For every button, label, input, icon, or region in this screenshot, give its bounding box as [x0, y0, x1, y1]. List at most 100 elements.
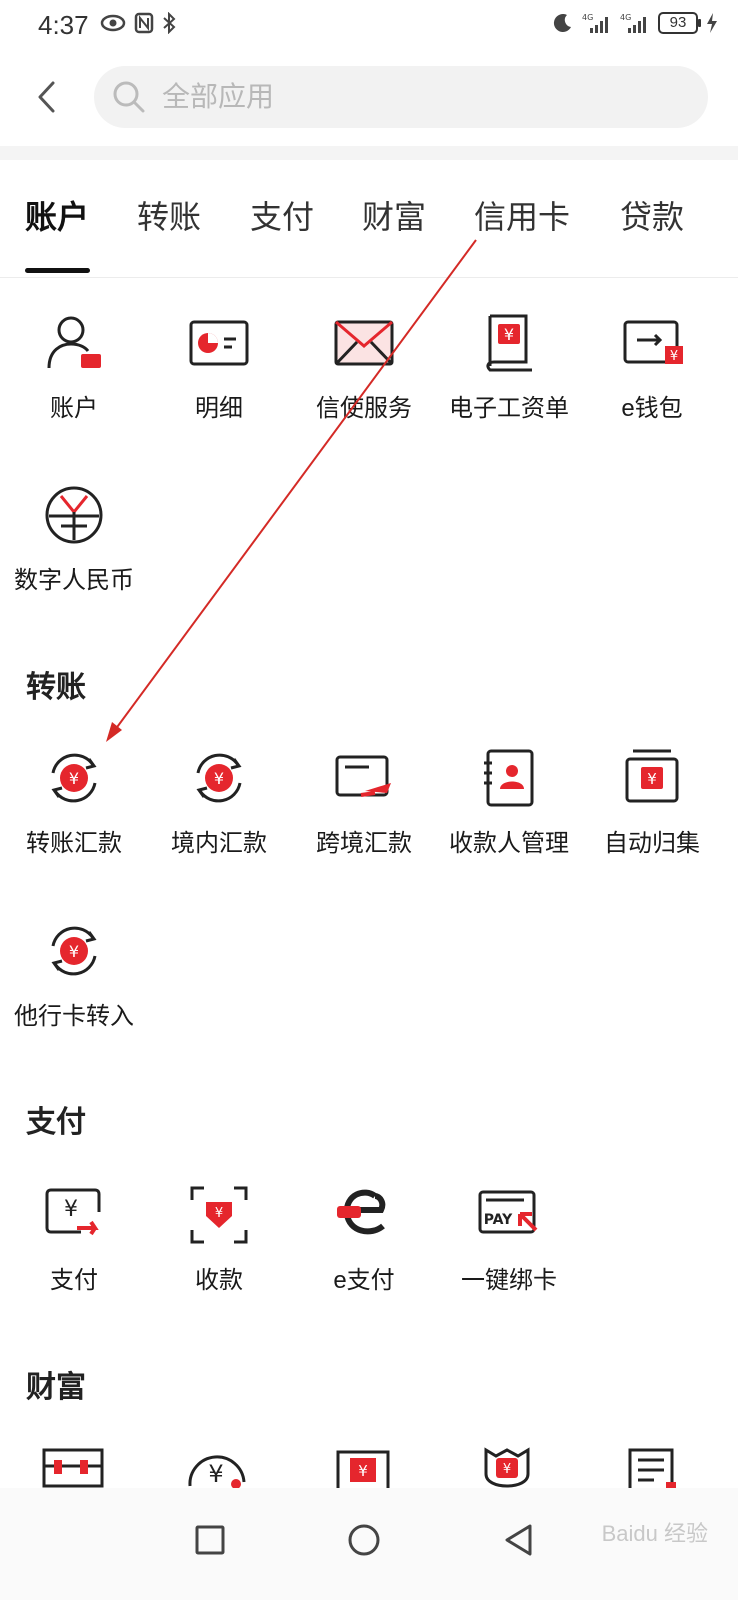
- payment-item-receive[interactable]: ¥ 收款: [145, 1182, 293, 1295]
- tab-wealth[interactable]: 财富: [362, 192, 426, 238]
- account-item-ewallet[interactable]: ¥ e钱包: [578, 310, 726, 423]
- triangle-back-icon: [505, 1524, 532, 1556]
- cross-border-icon: [335, 755, 391, 797]
- transfer-item-cross-border[interactable]: 跨境汇款: [290, 745, 438, 858]
- section-title-wealth: 财富: [26, 1371, 86, 1404]
- payee-book-icon: [484, 749, 534, 807]
- transfer-item-auto-collect[interactable]: ¥ 自动归集: [578, 745, 726, 858]
- transfer-item-remittance[interactable]: ¥ 转账汇款: [0, 745, 148, 858]
- section-title-transfer: 转账: [26, 671, 86, 704]
- signal-4g-2-icon: 4G: [620, 13, 646, 33]
- search-box[interactable]: [94, 66, 708, 128]
- back-button[interactable]: [22, 72, 72, 122]
- status-right: 4G 4G 93: [552, 12, 718, 34]
- account-item-details[interactable]: 明细: [145, 310, 293, 423]
- wealth-bars-icon[interactable]: [40, 1446, 106, 1488]
- svg-text:¥: ¥: [214, 769, 224, 788]
- item-label: 账户: [50, 395, 98, 422]
- item-label: 转账汇款: [26, 830, 122, 857]
- svg-text:¥: ¥: [208, 1460, 223, 1488]
- e-pay-icon: [337, 1189, 386, 1235]
- tab-payment[interactable]: 支付: [250, 192, 314, 238]
- wealth-bag-icon[interactable]: ¥: [330, 1446, 396, 1488]
- yuan-cycle-icon: ¥: [196, 753, 242, 803]
- home-button[interactable]: [334, 1510, 394, 1570]
- transfer-item-domestic[interactable]: ¥ 境内汇款: [145, 745, 293, 858]
- account-item-messenger[interactable]: 信使服务: [290, 310, 438, 423]
- payment-item-e-pay[interactable]: e支付: [290, 1182, 438, 1295]
- payment-item-bind-card[interactable]: PAY 一键绑卡: [435, 1182, 583, 1295]
- watermark: Baidu 经验: [601, 1521, 708, 1546]
- item-label: 跨境汇款: [316, 830, 412, 857]
- pay-card-icon: PAY: [478, 1190, 538, 1234]
- tab-transfer[interactable]: 转账: [137, 192, 201, 238]
- svg-text:¥: ¥: [69, 942, 79, 961]
- pay-icon: ¥: [45, 1188, 101, 1236]
- svg-text:¥: ¥: [64, 1197, 78, 1222]
- wealth-shield-icon[interactable]: ¥: [474, 1446, 540, 1488]
- account-item-payslip[interactable]: ¥ 电子工资单: [435, 310, 583, 423]
- tab-indicator: [25, 268, 90, 273]
- svg-text:¥: ¥: [670, 349, 678, 364]
- svg-text:¥: ¥: [647, 770, 657, 788]
- account-item-account[interactable]: 账户: [0, 310, 148, 423]
- item-label: 自动归集: [604, 830, 700, 857]
- transfer-item-payee-management[interactable]: 收款人管理: [435, 745, 583, 858]
- section-title-payment: 支付: [26, 1106, 86, 1139]
- item-label: 数字人民币: [14, 567, 134, 594]
- recent-apps-button[interactable]: [180, 1510, 240, 1570]
- receive-icon: ¥: [190, 1186, 248, 1244]
- category-tabs: 账户 转账 支付 财富 信用卡 贷款: [0, 178, 738, 278]
- search-input[interactable]: [162, 81, 662, 113]
- envelope-icon: [334, 320, 394, 366]
- eye-icon: [100, 14, 126, 32]
- item-label: e支付: [333, 1267, 395, 1294]
- circle-icon: [348, 1524, 380, 1556]
- charging-icon: [707, 13, 717, 33]
- auto-collect-icon: ¥: [625, 749, 679, 803]
- wallet-icon: ¥: [623, 320, 683, 364]
- item-label: 他行卡转入: [14, 1003, 134, 1030]
- item-label: 支付: [50, 1267, 98, 1294]
- wealth-yuan-coin-icon[interactable]: ¥: [184, 1446, 250, 1488]
- status-left-icons: [100, 12, 176, 34]
- yuan-cycle-icon: ¥: [51, 926, 97, 976]
- item-label: 明细: [195, 395, 243, 422]
- item-label: e钱包: [621, 395, 683, 422]
- nfc-icon: [134, 12, 154, 34]
- top-bar: [0, 52, 738, 144]
- status-bar: 4:37 4G 4G 93: [0, 0, 738, 52]
- account-item-digital-rmb[interactable]: 数字人民币: [0, 482, 148, 595]
- tab-loan[interactable]: 贷款: [620, 192, 684, 238]
- status-time: 4:37: [38, 10, 89, 40]
- square-icon: [195, 1525, 225, 1555]
- svg-text:¥: ¥: [215, 1206, 223, 1221]
- tab-account[interactable]: 账户: [25, 192, 89, 238]
- transfer-item-other-bank-in[interactable]: ¥ 他行卡转入: [0, 918, 148, 1031]
- moon-icon: [553, 14, 571, 33]
- user-icon: [47, 316, 101, 369]
- divider-strip: [0, 146, 738, 160]
- payslip-icon: ¥: [486, 314, 532, 372]
- wealth-document-icon[interactable]: [620, 1446, 686, 1488]
- svg-text:¥: ¥: [69, 769, 79, 788]
- item-label: 收款人管理: [449, 830, 569, 857]
- search-icon: [113, 81, 145, 113]
- svg-text:¥: ¥: [503, 1462, 511, 1477]
- tab-credit-card[interactable]: 信用卡: [474, 192, 570, 238]
- battery-indicator: 93: [658, 12, 701, 34]
- item-label: 电子工资单: [449, 395, 569, 422]
- digital-rmb-icon: [45, 486, 103, 544]
- signal-4g-icon: 4G: [582, 13, 608, 33]
- item-label: 收款: [195, 1267, 243, 1294]
- pie-chart-card-icon: [189, 320, 249, 366]
- svg-text:4G: 4G: [620, 13, 631, 22]
- item-label: 境内汇款: [171, 830, 267, 857]
- item-label: 信使服务: [316, 395, 412, 422]
- back-nav-button[interactable]: [488, 1510, 548, 1570]
- svg-text:4G: 4G: [582, 13, 593, 22]
- system-nav-bar: Baidu 经验: [0, 1488, 738, 1600]
- svg-text:¥: ¥: [504, 325, 514, 344]
- item-label: 一键绑卡: [461, 1267, 557, 1294]
- payment-item-pay[interactable]: ¥ 支付: [0, 1182, 148, 1295]
